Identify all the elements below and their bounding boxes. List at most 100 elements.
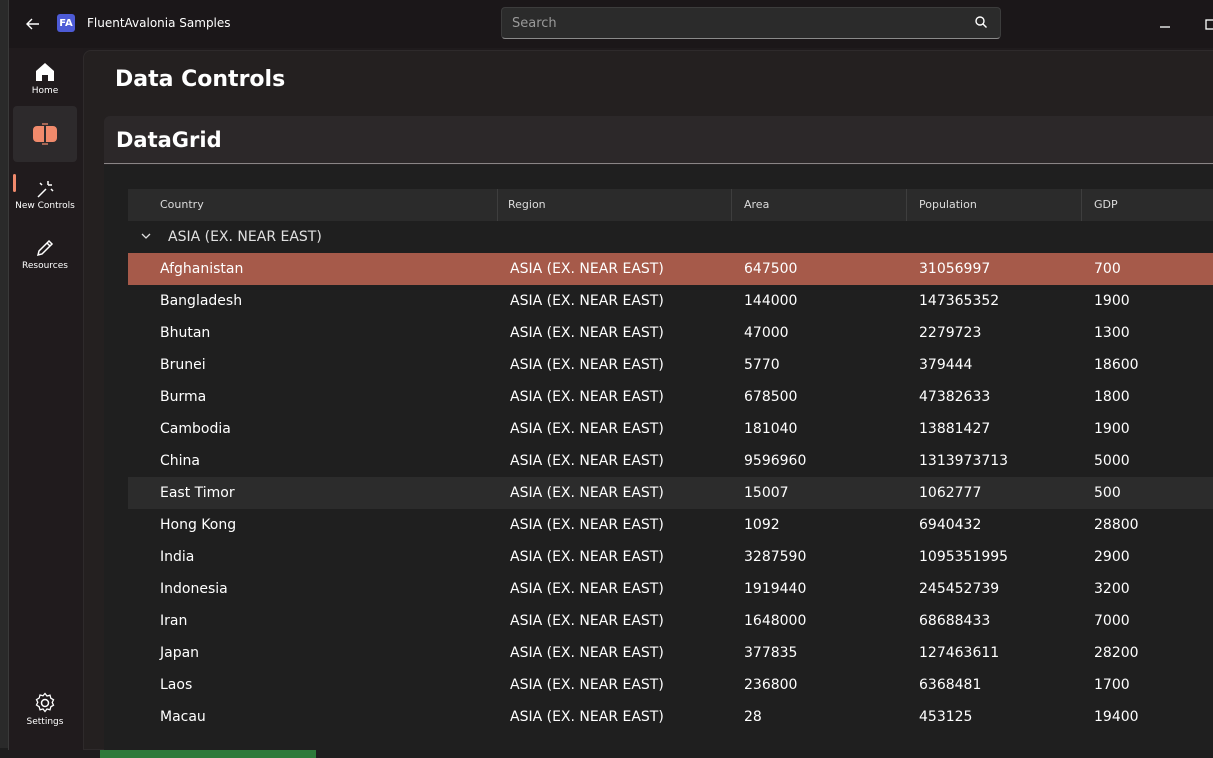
cell-country: China (160, 453, 200, 469)
cell-country: Burma (160, 389, 207, 405)
cell-country: Macau (160, 709, 206, 725)
minimize-icon[interactable] (1155, 14, 1175, 34)
maximize-icon[interactable] (1201, 14, 1213, 34)
cell-population: 245452739 (919, 581, 1000, 597)
cell-gdp: 28800 (1094, 517, 1139, 533)
back-button[interactable] (21, 12, 45, 36)
chevron-down-icon[interactable] (140, 230, 152, 242)
grid-rows: Afghanistan ASIA (EX. NEAR EAST) 647500 310… (128, 253, 1213, 733)
section-title: DataGrid (116, 128, 222, 152)
cell-region: ASIA (EX. NEAR EAST) (510, 261, 664, 277)
cell-gdp: 1700 (1094, 677, 1130, 693)
table-row[interactable]: Burma ASIA (EX. NEAR EAST) 678500 47382633 1… (128, 381, 1213, 413)
search-input[interactable]: Search (512, 16, 557, 31)
home-icon (36, 63, 54, 81)
table-row[interactable]: East Timor ASIA (EX. NEAR EAST) 15007 10627… (128, 477, 1213, 509)
table-row[interactable]: Afghanistan ASIA (EX. NEAR EAST) 647500 310… (128, 253, 1213, 285)
column-header-region[interactable]: Region (498, 189, 732, 221)
cell-gdp: 19400 (1094, 709, 1139, 725)
table-row[interactable]: Macau ASIA (EX. NEAR EAST) 28 453125 19400 (128, 701, 1213, 733)
cell-country: Bangladesh (160, 293, 243, 309)
sparkle-icon (37, 181, 54, 198)
cell-gdp: 1900 (1094, 421, 1130, 437)
cell-country: Bhutan (160, 325, 211, 341)
page-title: Data Controls (115, 67, 286, 92)
cell-gdp: 18600 (1094, 357, 1139, 373)
app-window: FA FluentAvalonia Samples Search Home Ne… (8, 0, 1213, 750)
cell-region: ASIA (EX. NEAR EAST) (510, 357, 664, 373)
cell-population: 453125 (919, 709, 973, 725)
cell-gdp: 700 (1094, 261, 1121, 277)
cell-gdp: 7000 (1094, 613, 1130, 629)
section-header: DataGrid (104, 116, 1213, 164)
cell-region: ASIA (EX. NEAR EAST) (510, 677, 664, 693)
cell-population: 6368481 (919, 677, 982, 693)
cell-population: 127463611 (919, 645, 1000, 661)
cell-region: ASIA (EX. NEAR EAST) (510, 709, 664, 725)
column-header-gdp[interactable]: GDP (1082, 189, 1213, 221)
cell-area: 15007 (744, 485, 789, 501)
table-row[interactable]: India ASIA (EX. NEAR EAST) 3287590 10953519… (128, 541, 1213, 573)
table-row[interactable]: Japan ASIA (EX. NEAR EAST) 377835 127463611… (128, 637, 1213, 669)
column-header-country[interactable]: Country (128, 189, 498, 221)
gear-icon (35, 692, 55, 713)
cell-population: 6940432 (919, 517, 982, 533)
nav-label-home: Home (31, 86, 59, 96)
cell-region: ASIA (EX. NEAR EAST) (510, 613, 664, 629)
cell-area: 28 (744, 709, 762, 725)
cell-gdp: 500 (1094, 485, 1121, 501)
app-logo-icon: FA (57, 14, 75, 32)
cell-gdp: 28200 (1094, 645, 1139, 661)
search-icon[interactable] (974, 15, 988, 29)
data-grid: Country Region Area Population GDP ASIA … (128, 189, 1213, 733)
cell-country: Indonesia (160, 581, 228, 597)
cell-region: ASIA (EX. NEAR EAST) (510, 325, 664, 341)
cell-country: India (160, 549, 195, 565)
back-arrow-icon (26, 18, 39, 30)
column-header-population[interactable]: Population (907, 189, 1082, 221)
title-bar: FA FluentAvalonia Samples Search (9, 0, 1213, 48)
cell-country: Japan (160, 645, 200, 661)
datagrid-section: DataGrid Country Region Area Population … (104, 116, 1213, 750)
cell-population: 1095351995 (919, 549, 1009, 565)
cell-area: 47000 (744, 325, 789, 341)
cell-area: 678500 (744, 389, 798, 405)
cell-country: Cambodia (160, 421, 231, 437)
nav-label-settings: Settings (26, 717, 64, 727)
cell-area: 9596960 (744, 453, 807, 469)
cell-area: 144000 (744, 293, 798, 309)
nav-item-new-controls[interactable]: New Controls (13, 166, 77, 222)
pen-icon (36, 239, 54, 257)
table-row[interactable]: Bhutan ASIA (EX. NEAR EAST) 47000 2279723 13… (128, 317, 1213, 349)
table-row[interactable]: Brunei ASIA (EX. NEAR EAST) 5770 379444 1860… (128, 349, 1213, 381)
table-row[interactable]: China ASIA (EX. NEAR EAST) 9596960 13139737… (128, 445, 1213, 477)
cell-country: Iran (160, 613, 188, 629)
nav-item-settings[interactable]: Settings (13, 681, 77, 737)
nav-item-resources[interactable]: Resources (13, 226, 77, 282)
grid-header: Country Region Area Population GDP (128, 189, 1213, 221)
cell-region: ASIA (EX. NEAR EAST) (510, 389, 664, 405)
nav-item-home[interactable]: Home (13, 50, 77, 106)
cell-region: ASIA (EX. NEAR EAST) (510, 485, 664, 501)
cell-area: 1648000 (744, 613, 807, 629)
table-row[interactable]: Cambodia ASIA (EX. NEAR EAST) 181040 138814… (128, 413, 1213, 445)
column-header-area[interactable]: Area (732, 189, 907, 221)
cell-region: ASIA (EX. NEAR EAST) (510, 421, 664, 437)
nav-label-new-controls: New Controls (15, 201, 75, 211)
cell-population: 13881427 (919, 421, 991, 437)
table-row[interactable]: Indonesia ASIA (EX. NEAR EAST) 1919440 2454… (128, 573, 1213, 605)
nav-item-design[interactable] (13, 106, 77, 162)
table-row[interactable]: Iran ASIA (EX. NEAR EAST) 1648000 68688433 7… (128, 605, 1213, 637)
cell-gdp: 3200 (1094, 581, 1130, 597)
cell-population: 1313973713 (919, 453, 1009, 469)
section-body: Country Region Area Population GDP ASIA … (104, 165, 1213, 750)
table-row[interactable]: Laos ASIA (EX. NEAR EAST) 236800 6368481 170… (128, 669, 1213, 701)
cell-gdp: 1800 (1094, 389, 1130, 405)
search-box[interactable]: Search (501, 7, 1001, 39)
group-header[interactable]: ASIA (EX. NEAR EAST) (128, 221, 1213, 253)
table-row[interactable]: Bangladesh ASIA (EX. NEAR EAST) 144000 1473… (128, 285, 1213, 317)
cell-gdp: 2900 (1094, 549, 1130, 565)
app-title: FluentAvalonia Samples (87, 16, 231, 30)
table-row[interactable]: Hong Kong ASIA (EX. NEAR EAST) 1092 6940432… (128, 509, 1213, 541)
navigation-rail: Home New Controls Resources Settings (9, 48, 83, 750)
